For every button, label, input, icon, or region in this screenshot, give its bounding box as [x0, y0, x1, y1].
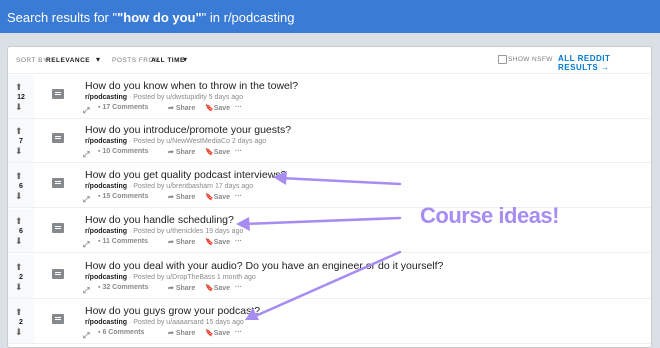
course-ideas-annotation: Course ideas!	[420, 203, 560, 228]
annotation-arrowhead	[273, 171, 287, 185]
annotation-arrows	[236, 171, 402, 320]
annotation-arrow	[249, 250, 402, 320]
annotation-arrowhead	[236, 217, 250, 231]
annotation-arrow	[278, 176, 402, 186]
annotation-arrow	[241, 216, 402, 226]
annotation-arrowhead	[245, 308, 259, 320]
